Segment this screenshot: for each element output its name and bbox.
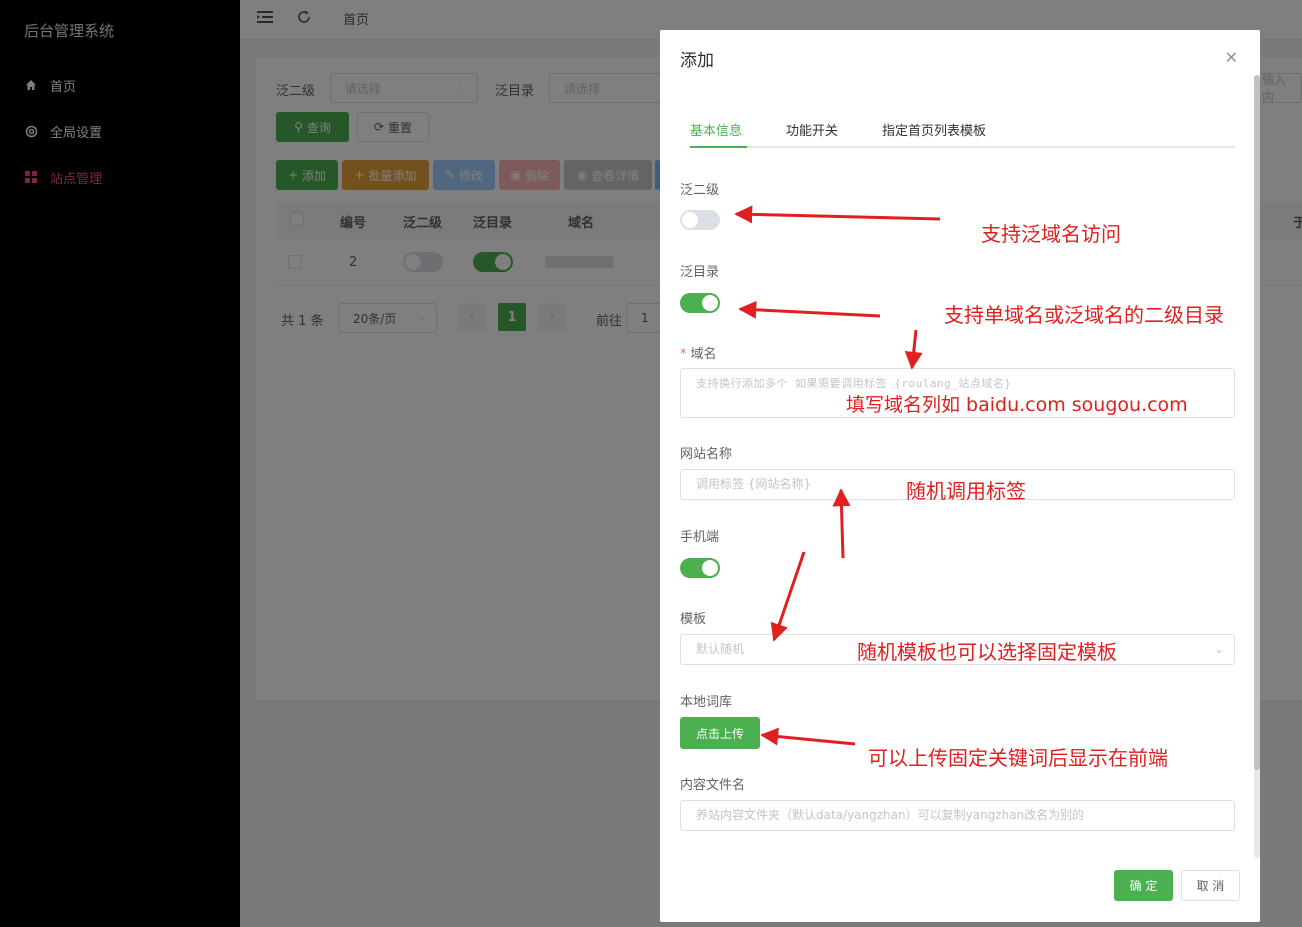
required-asterisk: * [680,347,687,362]
confirm-button[interactable]: 确 定 [1114,870,1173,901]
annotation-random-tag: 随机调用标签 [906,479,1026,503]
fan-second-label: 泛二级 [680,183,720,198]
dialog-title: 添加 [680,51,714,71]
annotation-template: 随机模板也可以选择固定模板 [857,640,1117,664]
dialog-tabs: 基本信息 功能开关 指定首页列表模板 [690,118,1235,148]
mobile-toggle[interactable] [680,558,720,578]
domain-label: * 域名 [680,347,717,362]
fan-second-toggle[interactable] [680,210,720,230]
local-lexicon-label: 本地词库 [680,695,733,710]
dialog-scrollbar[interactable] [1254,75,1260,858]
mobile-label: 手机端 [680,530,720,545]
fan-dir-label: 泛目录 [680,265,720,280]
annotation-second-dir: 支持单域名或泛域名的二级目录 [944,303,1224,327]
close-icon[interactable]: ✕ [1225,48,1238,67]
cancel-button[interactable]: 取 消 [1181,870,1240,901]
content-file-label: 内容文件名 [680,778,746,793]
annotation-fan-domain: 支持泛域名访问 [981,222,1121,246]
content-file-input[interactable]: 养站内容文件夹（默认data/yangzhan）可以复制yangzhan改名为别… [680,800,1235,831]
fan-dir-toggle[interactable] [680,293,720,313]
template-label: 模板 [680,612,707,627]
tab-active-indicator [690,146,747,148]
site-name-label: 网站名称 [680,447,733,462]
tab-feature-switch[interactable]: 功能开关 [786,120,838,139]
annotation-domain-list: 填写域名列如 baidu.com sougou.com [846,394,1188,416]
chevron-down-icon: ⌄ [1213,642,1224,656]
annotation-upload: 可以上传固定关键词后显示在前端 [868,746,1168,770]
scrollbar-thumb[interactable] [1254,75,1260,770]
tab-homepage-list-template[interactable]: 指定首页列表模板 [882,120,986,139]
upload-button[interactable]: 点击上传 [680,717,760,749]
tab-basic-info[interactable]: 基本信息 [690,120,742,139]
